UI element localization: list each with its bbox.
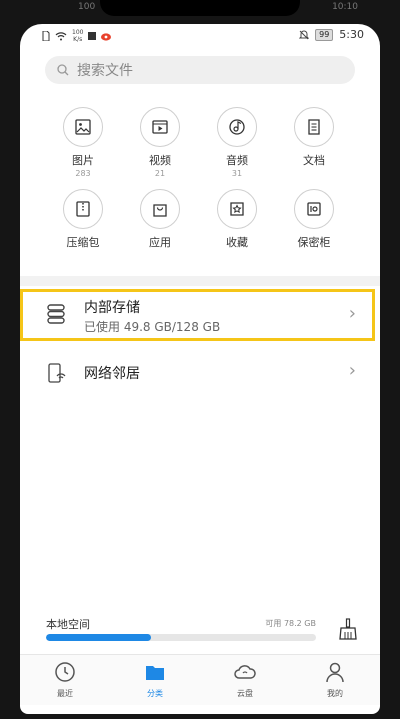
search-placeholder: 搜索文件 xyxy=(77,63,133,79)
category-favorites[interactable]: 收藏 xyxy=(202,189,272,250)
image-icon xyxy=(75,119,91,135)
local-space-label: 本地空间 xyxy=(46,618,90,631)
status-bar: 100 K/s 99 5:30 xyxy=(20,24,380,48)
broom-icon[interactable] xyxy=(338,618,358,640)
network-speed: 100 K/s xyxy=(72,29,84,43)
tab-mine[interactable]: 我的 xyxy=(290,655,380,705)
safe-icon xyxy=(307,202,321,216)
outer-signal-text: 100 xyxy=(78,2,96,12)
search-bar[interactable]: 搜索文件 xyxy=(45,56,355,84)
app-screen: 100 K/s 99 5:30 搜索文件 图片 283 视频 21 音频 31 … xyxy=(20,24,380,714)
local-space-panel: 本地空间 可用 78.2 GB xyxy=(20,612,380,652)
category-audio[interactable]: 音频 31 xyxy=(202,107,272,178)
user-icon xyxy=(326,662,344,683)
category-documents[interactable]: 文档 xyxy=(279,107,349,168)
internal-storage-row[interactable]: 内部存储 已使用 49.8 GB/128 GB › xyxy=(20,287,380,345)
category-archives[interactable]: 压缩包 xyxy=(48,189,118,250)
app-icon xyxy=(153,204,167,217)
outer-clock-text: 10:10 xyxy=(332,2,358,12)
audio-icon xyxy=(229,119,245,135)
search-icon xyxy=(57,64,69,76)
tab-cloud[interactable]: 云盘 xyxy=(200,655,290,705)
cloud-icon xyxy=(234,665,256,679)
sim-icon xyxy=(42,31,50,41)
section-divider xyxy=(20,276,380,286)
square-notification-icon xyxy=(88,32,97,40)
local-space-free: 可用 78.2 GB xyxy=(265,619,316,628)
tab-recent[interactable]: 最近 xyxy=(20,655,110,705)
network-title: 网络邻居 xyxy=(84,366,140,382)
storage-usage: 已使用 49.8 GB/128 GB xyxy=(84,320,221,334)
video-icon xyxy=(152,120,168,134)
camera-notch xyxy=(100,0,300,16)
category-safe[interactable]: 保密柜 xyxy=(279,189,349,250)
network-neighbors-row[interactable]: 网络邻居 › xyxy=(20,350,380,396)
status-time: 5:30 xyxy=(339,28,364,41)
document-icon xyxy=(308,119,320,135)
category-images[interactable]: 图片 283 xyxy=(48,107,118,178)
folder-icon xyxy=(146,666,164,680)
storage-icon xyxy=(47,304,65,324)
mute-icon xyxy=(299,30,310,39)
space-usage-fill xyxy=(46,634,152,641)
wifi-icon xyxy=(55,32,67,41)
favorite-icon xyxy=(230,202,244,216)
space-usage-bar xyxy=(46,634,316,641)
storage-title: 内部存储 xyxy=(84,300,140,316)
tab-categories[interactable]: 分类 xyxy=(110,655,200,705)
network-device-icon xyxy=(48,363,66,383)
weibo-icon xyxy=(101,32,112,41)
chevron-right-icon: › xyxy=(348,360,356,381)
battery-indicator: 99 xyxy=(315,28,334,41)
archive-icon xyxy=(76,201,90,217)
clock-icon xyxy=(55,662,75,682)
category-videos[interactable]: 视频 21 xyxy=(125,107,195,178)
chevron-right-icon: › xyxy=(348,303,356,324)
bottom-navigation: 最近 分类 云盘 我的 xyxy=(20,654,380,705)
category-apps[interactable]: 应用 xyxy=(125,189,195,250)
phone-frame: 100 10:10 100 K/s 99 5:30 搜索文件 图片 283 视频… xyxy=(0,0,400,719)
